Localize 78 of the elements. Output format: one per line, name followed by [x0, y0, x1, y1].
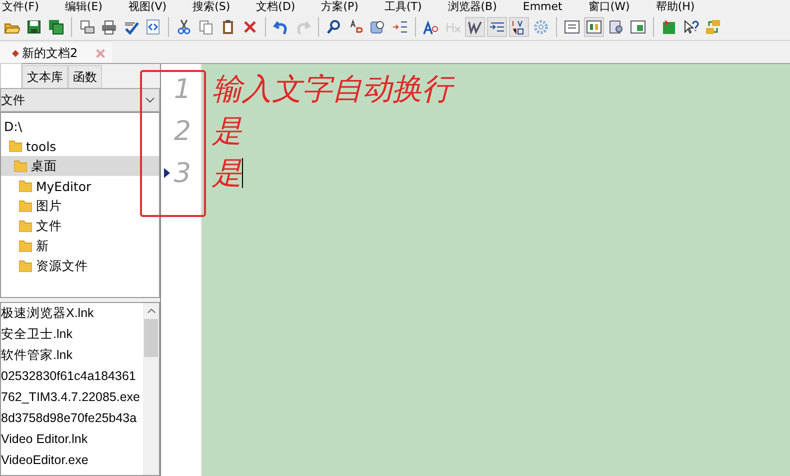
- search-icon: [326, 19, 342, 35]
- list-window-icon: [564, 19, 580, 35]
- scrollbar[interactable]: [143, 303, 159, 475]
- sidebar-tab[interactable]: 函数: [68, 65, 102, 88]
- menu-item[interactable]: 搜索(S): [192, 0, 230, 14]
- gear-icon: [533, 19, 549, 35]
- printer-icon: [101, 19, 117, 35]
- menu-item[interactable]: 方案(P): [321, 0, 358, 14]
- tree-item[interactable]: 文件: [1, 216, 159, 236]
- folder-icon: [19, 260, 32, 272]
- menu-item[interactable]: 浏览器(B): [448, 0, 497, 14]
- folder-icon: [19, 220, 32, 232]
- document-tab[interactable]: 新的文档2: [0, 43, 112, 63]
- file-item[interactable]: Video Editor.lnk: [1, 429, 88, 450]
- undo-icon: [273, 19, 289, 35]
- file-item[interactable]: 极速浏览器X.lnk: [1, 303, 94, 324]
- copy-icon: [198, 19, 214, 35]
- tree-item[interactable]: 新: [1, 236, 159, 256]
- menu-item[interactable]: 视图(V): [128, 0, 167, 14]
- menu-item[interactable]: 编辑(E): [64, 0, 102, 14]
- folder-icon: [9, 140, 22, 152]
- font-size-icon: [423, 19, 439, 35]
- menu-item[interactable]: 工具(T): [384, 0, 422, 14]
- file-item[interactable]: 02532830f61c4a184361: [1, 366, 136, 387]
- save-icon: [26, 19, 42, 35]
- split-window-icon: [586, 19, 602, 35]
- code-view-icon: [145, 19, 161, 35]
- menu-item[interactable]: 文档(D): [256, 0, 296, 14]
- tree-item[interactable]: 资源文件: [1, 256, 159, 276]
- toolbar-button[interactable]: [487, 17, 507, 37]
- folder-icon: [14, 160, 27, 172]
- tree-item[interactable]: 图片: [1, 196, 159, 216]
- redo-icon: [295, 19, 311, 35]
- delete-icon: [242, 19, 258, 35]
- window-search-icon: [370, 19, 386, 35]
- toolbar-button[interactable]: [46, 17, 66, 37]
- line-number: 2: [174, 116, 191, 146]
- folder-dropdown[interactable]: 文件: [0, 88, 160, 112]
- line-number: 3: [174, 158, 191, 188]
- line-number: 1: [174, 74, 191, 104]
- print-preview-icon: [79, 19, 95, 35]
- file-item[interactable]: 8d3758d98e70fe25b43a: [1, 408, 137, 429]
- folder-icon: [19, 200, 32, 212]
- menu-item[interactable]: Emmet: [522, 0, 562, 14]
- sidebar-tab[interactable]: 文本库: [22, 65, 68, 88]
- toolbar-button[interactable]: [584, 17, 604, 37]
- folder-icon: [19, 180, 32, 192]
- chevron-down-icon: [145, 97, 155, 103]
- clipboard-icon: [220, 19, 236, 35]
- folder-icon: [19, 240, 32, 252]
- italic-w-icon: [467, 19, 483, 35]
- resize-window-icon: [630, 19, 646, 35]
- indent-list-icon: [392, 19, 408, 35]
- document-search-icon: [608, 19, 624, 35]
- menu-item[interactable]: 帮助(H): [656, 0, 695, 14]
- replace-icon: [348, 19, 364, 35]
- help-cursor-icon: [683, 19, 699, 35]
- file-item[interactable]: 软件管家.lnk: [1, 345, 72, 366]
- save-all-icon: [48, 19, 64, 35]
- toolbar-button[interactable]: [509, 17, 529, 37]
- tree-item[interactable]: MyEditor: [1, 176, 159, 196]
- chevron-up-icon: [146, 308, 156, 314]
- tree-item[interactable]: tools: [1, 136, 159, 156]
- diamond-icon: [12, 50, 19, 56]
- file-item[interactable]: VideoEditor.exe: [1, 450, 88, 471]
- file-item[interactable]: 安全卫士.lnk: [1, 324, 72, 345]
- text-line: 是: [212, 154, 242, 192]
- tree-item[interactable]: 桌面: [1, 156, 159, 176]
- scissors-icon: [176, 19, 192, 35]
- menu-item[interactable]: 文件(F): [2, 0, 39, 14]
- file-item[interactable]: 762_TIM3.4.7.22085.exe: [1, 387, 140, 408]
- text-cursor: [242, 158, 243, 188]
- scrollbar-thumb[interactable]: [144, 319, 158, 357]
- toolbar-button[interactable]: [465, 17, 485, 37]
- tree-item[interactable]: D:\: [1, 116, 159, 136]
- sync-folders-icon: [705, 19, 721, 35]
- menu-item[interactable]: 窗口(W): [588, 0, 630, 14]
- text-line: 是: [212, 112, 242, 150]
